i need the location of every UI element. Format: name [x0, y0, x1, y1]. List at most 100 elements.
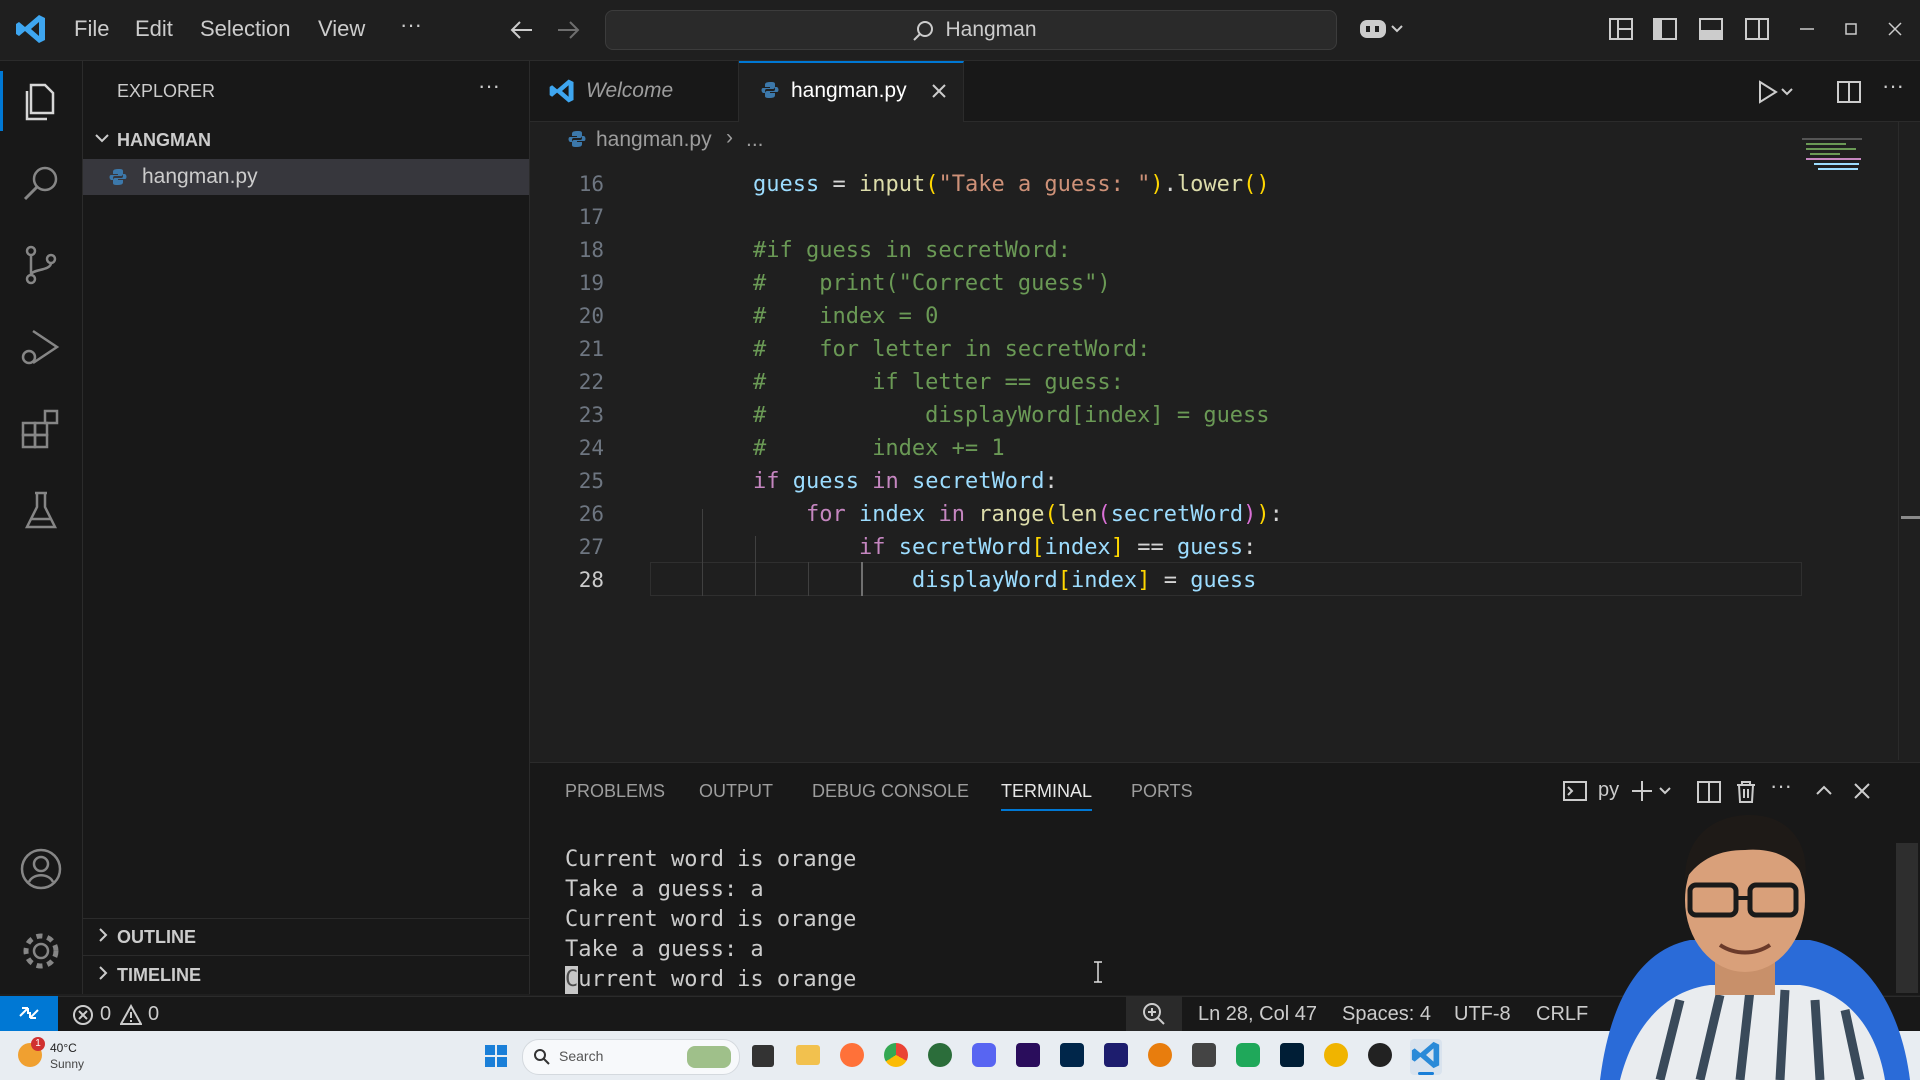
toggle-secondary-sidebar-icon[interactable]	[1744, 16, 1770, 42]
menu-view[interactable]: View	[318, 16, 365, 42]
file-row-hangman[interactable]: hangman.py	[83, 159, 529, 195]
panel-more-icon[interactable]: ···	[1770, 773, 1792, 799]
outline-section[interactable]: OUTLINE	[117, 927, 196, 948]
tab-welcome[interactable]: Welcome	[530, 61, 739, 121]
run-python-icon[interactable]	[1756, 79, 1796, 105]
toggle-primary-sidebar-icon[interactable]	[1652, 16, 1678, 42]
editor-scrollbar[interactable]	[1898, 122, 1920, 760]
file-explorer-icon[interactable]	[796, 1045, 820, 1065]
chevron-right-icon[interactable]	[95, 926, 111, 944]
media-encoder-icon[interactable]	[1104, 1043, 1128, 1067]
weather-desc[interactable]: Sunny	[50, 1057, 84, 1071]
code-line[interactable]: if secretWord[index] == guess:	[700, 535, 1256, 560]
line-number: 25	[578, 469, 604, 493]
code-line[interactable]: guess = input("Take a guess: ").lower()	[700, 172, 1270, 197]
code-line[interactable]: for index in range(len(secretWord)):	[700, 502, 1283, 527]
folder-name[interactable]: HANGMAN	[117, 130, 211, 151]
split-editor-icon[interactable]	[1836, 79, 1862, 105]
code-line[interactable]: # print("Correct guess")	[700, 271, 1111, 296]
code-line[interactable]: # if letter == guess:	[700, 370, 1124, 395]
error-icon[interactable]	[72, 1004, 94, 1026]
code-line[interactable]: # index = 0	[700, 304, 938, 329]
minimize-icon[interactable]	[1796, 18, 1818, 40]
code-line[interactable]: displayWord[index] = guess	[700, 568, 1256, 593]
menu-edit[interactable]: Edit	[135, 16, 173, 42]
menu-file[interactable]: File	[74, 16, 109, 42]
webcam-overlay	[1580, 800, 1920, 1080]
premiere-icon[interactable]	[1016, 1043, 1040, 1067]
indentation[interactable]: Spaces: 4	[1342, 1003, 1431, 1026]
sidebar-more-icon[interactable]: ···	[478, 73, 500, 99]
minimap[interactable]	[1802, 136, 1872, 196]
firefox-icon[interactable]	[840, 1043, 864, 1067]
explorer-icon[interactable]	[17, 77, 65, 125]
terminal-name[interactable]: py	[1598, 779, 1619, 802]
remote-indicator[interactable]	[0, 996, 58, 1031]
breadcrumb-file[interactable]: hangman.py	[596, 128, 712, 152]
panel-tab-debug-console[interactable]: DEBUG CONSOLE	[812, 781, 969, 802]
code-line[interactable]: # displayWord[index] = guess	[700, 403, 1270, 428]
panel-tab-problems[interactable]: PROBLEMS	[565, 781, 665, 802]
command-center-search[interactable]: Hangman	[605, 10, 1337, 50]
accounts-icon[interactable]	[17, 845, 65, 893]
menu-selection[interactable]: Selection	[200, 16, 291, 42]
calendar-icon[interactable]	[1192, 1043, 1216, 1067]
panel-tab-terminal[interactable]: TERMINAL	[1001, 781, 1092, 802]
mouse-ibeam-icon	[1090, 960, 1106, 984]
taskbar-search-box[interactable]: Search	[522, 1039, 740, 1075]
vscode-taskbar-icon[interactable]	[1410, 1039, 1442, 1075]
chevron-right-icon[interactable]	[95, 964, 111, 982]
testing-icon[interactable]	[17, 487, 65, 535]
menu-more[interactable]: ···	[400, 12, 422, 38]
panel-tab-ports[interactable]: PORTS	[1131, 781, 1193, 802]
toggle-panel-icon[interactable]	[1698, 16, 1724, 42]
divider	[83, 918, 529, 919]
run-debug-icon[interactable]	[17, 323, 65, 371]
lock-app-icon[interactable]	[1236, 1043, 1260, 1067]
tab-label: hangman.py	[791, 79, 907, 102]
blender-icon[interactable]	[1148, 1043, 1172, 1067]
copilot-icon[interactable]	[1358, 14, 1406, 44]
chrome-icon[interactable]	[884, 1043, 908, 1067]
line-number: 27	[578, 535, 604, 559]
search-view-icon[interactable]	[17, 159, 65, 207]
close-window-icon[interactable]	[1884, 18, 1906, 40]
title-bar: File Edit Selection View ··· Hangman	[0, 0, 1920, 61]
code-line[interactable]: #if guess in secretWord:	[700, 238, 1071, 263]
encoding[interactable]: UTF-8	[1454, 1003, 1511, 1026]
xbox-icon[interactable]	[928, 1043, 952, 1067]
restore-icon[interactable]	[1840, 18, 1862, 40]
code-line[interactable]: # for letter in secretWord:	[700, 337, 1150, 362]
line-number: 24	[578, 436, 604, 460]
close-tab-icon[interactable]	[929, 81, 949, 101]
extensions-icon[interactable]	[17, 405, 65, 453]
weather-temp[interactable]: 40°C	[50, 1041, 77, 1055]
windows-start-icon[interactable]	[484, 1044, 508, 1068]
settings-gear-icon[interactable]	[17, 927, 65, 975]
audition-icon[interactable]	[1060, 1043, 1084, 1067]
chevron-down-icon[interactable]	[93, 129, 111, 147]
breadcrumb-rest[interactable]: ...	[746, 128, 764, 152]
source-control-icon[interactable]	[17, 241, 65, 289]
back-arrow-icon[interactable]	[508, 16, 536, 44]
warning-icon[interactable]	[120, 1004, 142, 1026]
forward-arrow-icon[interactable]	[554, 16, 582, 44]
zoom-indicator[interactable]	[1126, 997, 1182, 1031]
code-line[interactable]: if guess in secretWord:	[700, 469, 1058, 494]
discord-icon[interactable]	[972, 1043, 996, 1067]
divider	[83, 955, 529, 956]
task-view-icon[interactable]	[752, 1045, 774, 1067]
photoshop-icon[interactable]	[1280, 1043, 1304, 1067]
tab-hangman[interactable]: hangman.py	[739, 61, 964, 122]
line-number: 18	[578, 238, 604, 262]
editor-more-icon[interactable]: ···	[1882, 73, 1904, 99]
cursor-position[interactable]: Ln 28, Col 47	[1198, 1003, 1317, 1026]
panel-tab-output[interactable]: OUTPUT	[699, 781, 773, 802]
warning-count[interactable]: 0	[148, 1003, 159, 1026]
customize-layout-icon[interactable]	[1608, 16, 1634, 42]
app-icon[interactable]	[1324, 1043, 1348, 1067]
timeline-section[interactable]: TIMELINE	[117, 965, 201, 986]
code-line[interactable]: # index += 1	[700, 436, 1005, 461]
error-count[interactable]: 0	[100, 1003, 111, 1026]
obs-icon[interactable]	[1368, 1043, 1392, 1067]
